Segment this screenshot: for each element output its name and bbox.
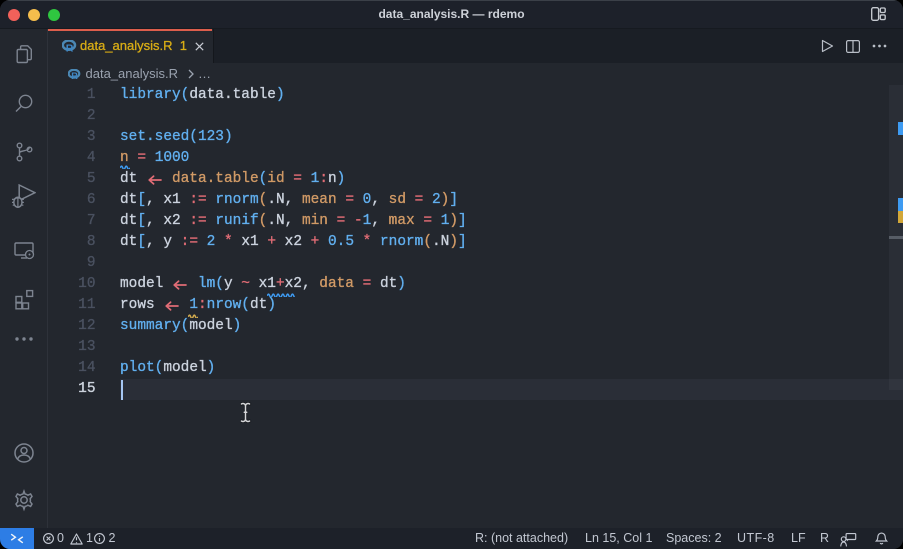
svg-text:R: R <box>71 71 78 80</box>
svg-text:R: R <box>66 42 74 52</box>
